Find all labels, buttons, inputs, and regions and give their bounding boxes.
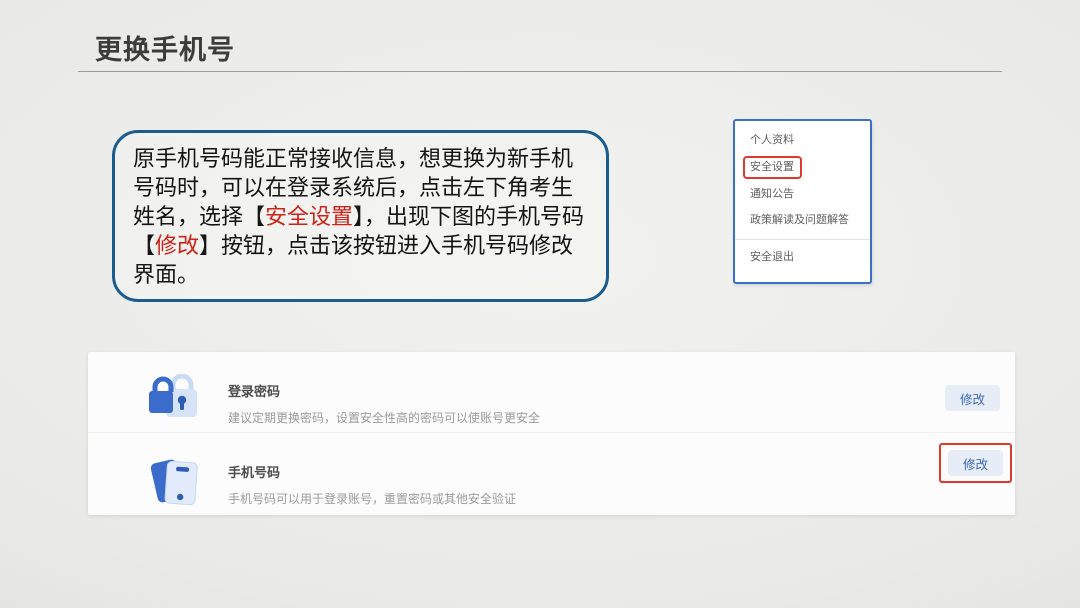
instruction-text: 原手机号码能正常接收信息，想更换为新手机号码时，可以在登录系统后，点击左下角考生… (133, 144, 588, 289)
menu-item-notices[interactable]: 通知公告 (750, 188, 862, 201)
phone-number-title: 手机号码 (228, 462, 516, 481)
security-settings-highlight-box: 安全设置 (743, 156, 802, 179)
title-divider (78, 71, 1002, 72)
phone-icon (145, 455, 205, 509)
login-password-text: 登录密码 建议定期更换密码，设置安全性高的密码可以使账号更安全 (228, 381, 540, 426)
phone-number-row: 手机号码 手机号码可以用于登录账号，重置密码或其他安全验证 修改 (88, 432, 1015, 514)
instruction-highlight-modify: 修改 (155, 233, 199, 258)
modify-password-button[interactable]: 修改 (945, 385, 1000, 411)
menu-item-policy-faq[interactable]: 政策解读及问题解答 (750, 214, 862, 227)
security-settings-panel: 登录密码 建议定期更换密码，设置安全性高的密码可以使账号更安全 修改 手机号码 … (88, 352, 1015, 515)
user-menu-card: 个人资料 安全设置 通知公告 政策解读及问题解答 安全退出 (733, 119, 872, 284)
modify-phone-button[interactable]: 修改 (948, 450, 1003, 476)
menu-item-logout[interactable]: 安全退出 (750, 251, 862, 264)
login-password-row: 登录密码 建议定期更换密码，设置安全性高的密码可以使账号更安全 修改 (88, 352, 1015, 432)
login-password-description: 建议定期更换密码，设置安全性高的密码可以使账号更安全 (228, 409, 540, 426)
instruction-segment: 】按钮，点击该按钮进入手机号码修改界面。 (133, 233, 573, 287)
menu-item-label: 安全设置 (750, 161, 794, 173)
lock-icon (145, 374, 205, 428)
instruction-highlight-security-settings: 安全设置 (265, 204, 353, 229)
menu-divider (735, 239, 870, 240)
menu-item-profile[interactable]: 个人资料 (750, 134, 862, 147)
instruction-callout: 原手机号码能正常接收信息，想更换为新手机号码时，可以在登录系统后，点击左下角考生… (112, 130, 609, 302)
modify-phone-highlight-box: 修改 (939, 443, 1012, 483)
login-password-title: 登录密码 (228, 381, 540, 400)
menu-item-security-settings[interactable]: 安全设置 (750, 156, 862, 179)
page-title: 更换手机号 (95, 28, 235, 67)
phone-number-description: 手机号码可以用于登录账号，重置密码或其他安全验证 (228, 490, 516, 507)
phone-number-text: 手机号码 手机号码可以用于登录账号，重置密码或其他安全验证 (228, 462, 516, 507)
